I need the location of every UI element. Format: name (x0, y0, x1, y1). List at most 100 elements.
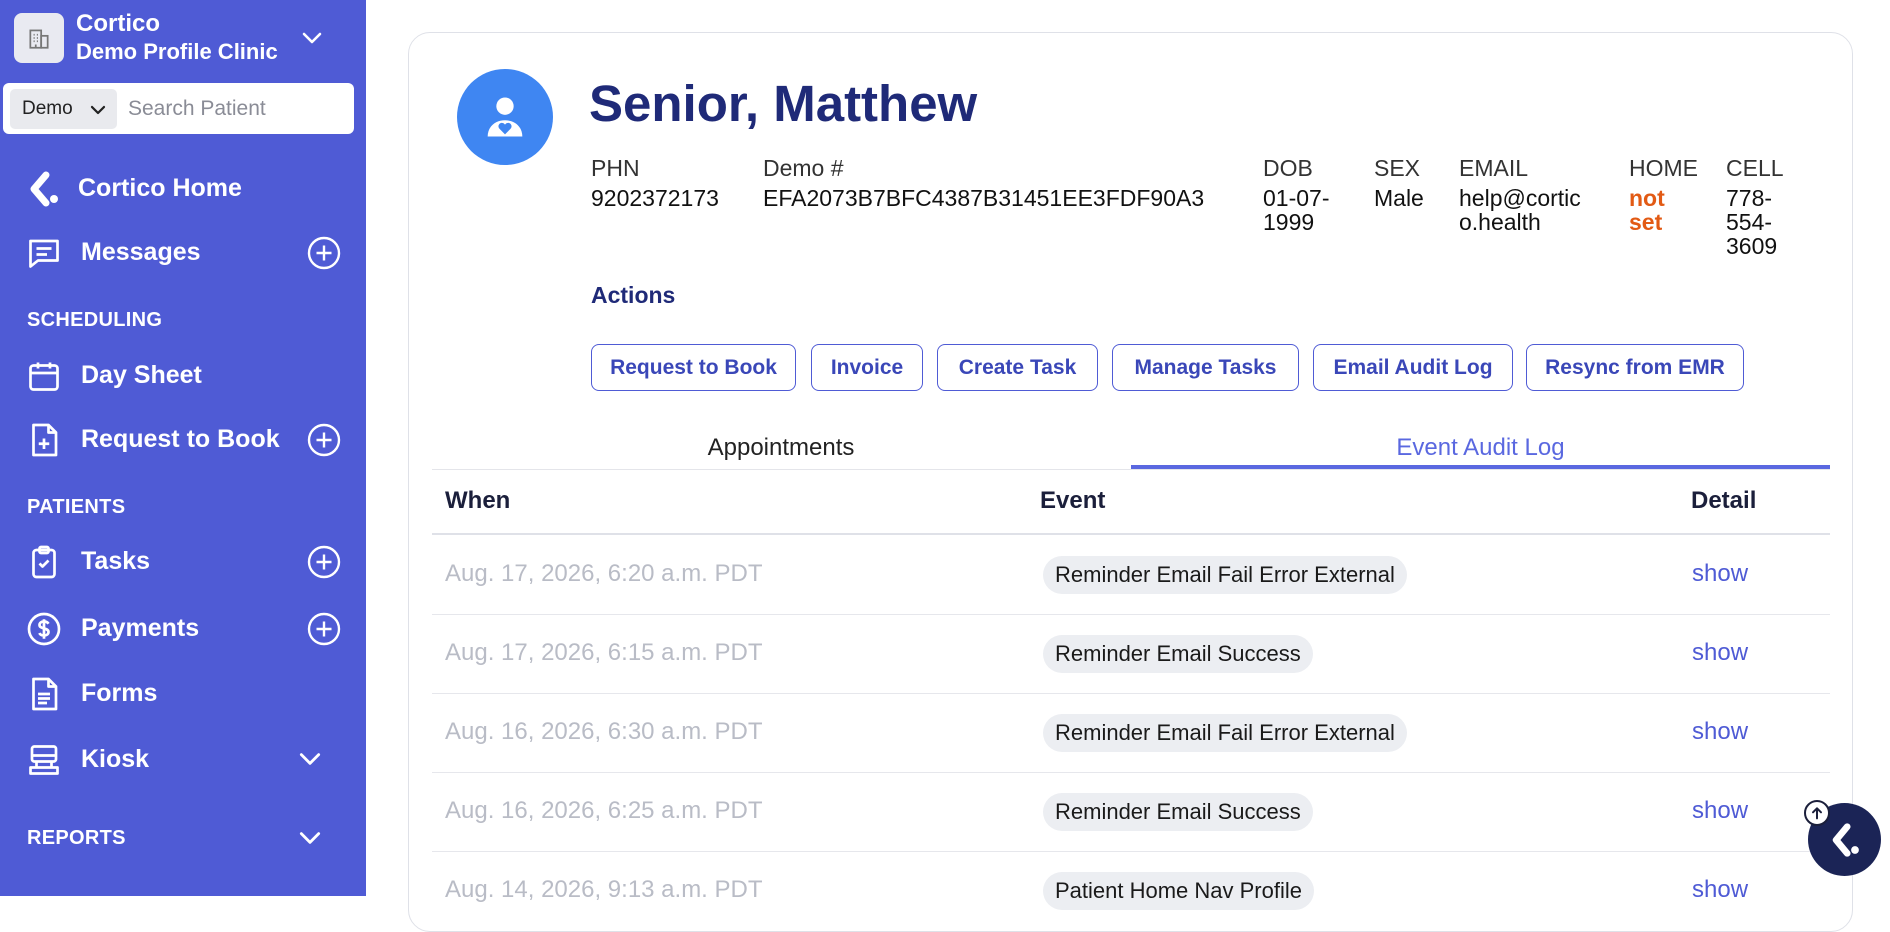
table-row: Aug. 14, 2026, 9:13 a.m. PDT Patient Hom… (432, 852, 1830, 910)
search-type-value: Demo (22, 98, 73, 119)
table-row: Aug. 16, 2026, 6:30 a.m. PDT Reminder Em… (432, 694, 1830, 773)
field-cell-phone: CELL 778- 554- 3609 (1726, 156, 1784, 258)
show-detail-link[interactable]: show (1692, 797, 1748, 825)
clinic-name: Demo Profile Clinic (76, 39, 278, 64)
invoice-button[interactable]: Invoice (811, 344, 923, 391)
sidebar-item-label: Tasks (81, 546, 151, 575)
cortico-logo-icon (30, 171, 58, 207)
search-input[interactable] (128, 91, 348, 127)
table-row: Aug. 17, 2026, 6:20 a.m. PDT Reminder Em… (432, 536, 1830, 615)
dollar-circle-icon (27, 612, 61, 646)
patient-name: Senior, Matthew (589, 75, 978, 132)
event-badge: Reminder Email Success (1043, 793, 1313, 831)
field-value: Male (1374, 185, 1424, 211)
row-when: Aug. 16, 2026, 6:30 a.m. PDT (445, 718, 763, 745)
add-circle-icon[interactable] (306, 611, 342, 647)
manage-tasks-button[interactable]: Manage Tasks (1112, 344, 1299, 391)
sidebar-item-label: Day Sheet (81, 360, 202, 389)
event-badge: Reminder Email Fail Error External (1043, 556, 1407, 594)
create-task-button[interactable]: Create Task (937, 344, 1098, 391)
column-header-event: Event (1040, 487, 1106, 514)
tab-event-audit-log[interactable]: Event Audit Log (1131, 427, 1830, 469)
table-row: Aug. 17, 2026, 6:15 a.m. PDT Reminder Em… (432, 615, 1830, 694)
field-label: HOME (1629, 155, 1698, 181)
patient-search: Demo (3, 83, 354, 134)
field-value: 778- (1726, 185, 1773, 211)
field-dob: DOB 01-07- 1999 (1263, 156, 1329, 234)
calendar-icon (29, 362, 59, 391)
row-when: Aug. 14, 2026, 9:13 a.m. PDT (445, 876, 763, 903)
add-circle-icon[interactable] (306, 544, 342, 580)
event-badge: Reminder Email Fail Error External (1043, 714, 1407, 752)
table-header-divider (432, 533, 1830, 535)
building-icon (14, 13, 64, 63)
sidebar-item-forms[interactable]: Forms (0, 667, 366, 719)
sidebar-item-label: Payments (81, 613, 200, 642)
org-switcher[interactable]: Cortico Demo Profile Clinic (14, 10, 354, 64)
column-header-detail: Detail (1691, 487, 1757, 514)
row-when: Aug. 16, 2026, 6:25 a.m. PDT (445, 797, 763, 824)
sidebar-item-payments[interactable]: Payments (0, 602, 366, 654)
field-home-phone: HOME not set (1629, 156, 1698, 234)
chevron-down-icon[interactable] (297, 746, 323, 772)
tab-divider (432, 469, 1830, 470)
add-circle-icon[interactable] (306, 235, 342, 271)
email-audit-log-button[interactable]: Email Audit Log (1313, 344, 1513, 391)
request-to-book-button[interactable]: Request to Book (591, 344, 796, 391)
field-value: 3609 (1726, 233, 1778, 259)
tab-appointments[interactable]: Appointments (432, 427, 1130, 469)
show-detail-link[interactable]: show (1692, 718, 1748, 746)
field-label: CELL (1726, 155, 1784, 181)
event-badge: Patient Home Nav Profile (1043, 872, 1314, 910)
field-label: SEX (1374, 155, 1421, 181)
field-label: Demo # (763, 155, 844, 181)
chevron-down-icon[interactable] (300, 26, 324, 50)
field-demo-number: Demo # EFA2073B7BFC4387B31451EE3FDF90A3 (763, 156, 1204, 210)
field-value: o.health (1459, 209, 1541, 235)
sidebar-item-day-sheet[interactable]: Day Sheet (0, 349, 366, 401)
resync-from-emr-button[interactable]: Resync from EMR (1526, 344, 1744, 391)
sidebar-item-kiosk[interactable]: Kiosk (0, 733, 366, 785)
field-email: EMAIL help@cortic o.health (1459, 156, 1581, 234)
document-add-icon (32, 423, 58, 457)
sidebar: Cortico Demo Profile Clinic Demo Cortico… (0, 0, 366, 896)
kiosk-icon (29, 745, 59, 775)
field-value: help@cortic (1459, 185, 1581, 211)
patient-avatar (457, 69, 553, 165)
search-type-select[interactable]: Demo (10, 89, 117, 129)
sidebar-item-tasks[interactable]: Tasks (0, 535, 366, 587)
show-detail-link[interactable]: show (1692, 876, 1748, 904)
row-when: Aug. 17, 2026, 6:15 a.m. PDT (445, 639, 763, 666)
field-label: PHN (591, 155, 640, 181)
field-value: EFA2073B7BFC4387B31451EE3FDF90A3 (763, 185, 1205, 211)
field-label: EMAIL (1459, 155, 1529, 181)
sidebar-item-request-to-book[interactable]: Request to Book (0, 413, 366, 465)
field-value: 9202372173 (591, 185, 719, 211)
section-reports: REPORTS (27, 826, 126, 849)
show-detail-link[interactable]: show (1692, 560, 1748, 588)
arrow-up-icon (1812, 807, 1822, 820)
sidebar-item-home[interactable]: Cortico Home (0, 162, 366, 214)
add-circle-icon[interactable] (306, 422, 342, 458)
sidebar-section-reports[interactable]: REPORTS (0, 812, 366, 864)
event-badge: Reminder Email Success (1043, 635, 1313, 673)
org-name: Cortico (76, 10, 160, 37)
field-value: not (1629, 185, 1665, 211)
sidebar-item-label: Messages (81, 237, 201, 266)
sidebar-item-label: Cortico Home (78, 173, 242, 202)
field-value: 1999 (1263, 209, 1315, 235)
chevron-down-icon (90, 105, 106, 115)
sidebar-item-label: Request to Book (81, 424, 280, 453)
show-detail-link[interactable]: show (1692, 639, 1748, 667)
message-icon (29, 239, 59, 268)
section-scheduling: SCHEDULING (27, 309, 163, 331)
field-label: DOB (1263, 155, 1313, 181)
field-sex: SEX Male (1374, 156, 1424, 210)
sidebar-item-messages[interactable]: Messages (0, 226, 366, 278)
document-icon (32, 677, 58, 711)
row-when: Aug. 17, 2026, 6:20 a.m. PDT (445, 560, 763, 587)
clipboard-check-icon (32, 545, 56, 579)
scroll-to-top-button[interactable] (1804, 800, 1830, 826)
chevron-down-icon[interactable] (297, 825, 323, 851)
sidebar-item-label: Kiosk (81, 744, 150, 773)
